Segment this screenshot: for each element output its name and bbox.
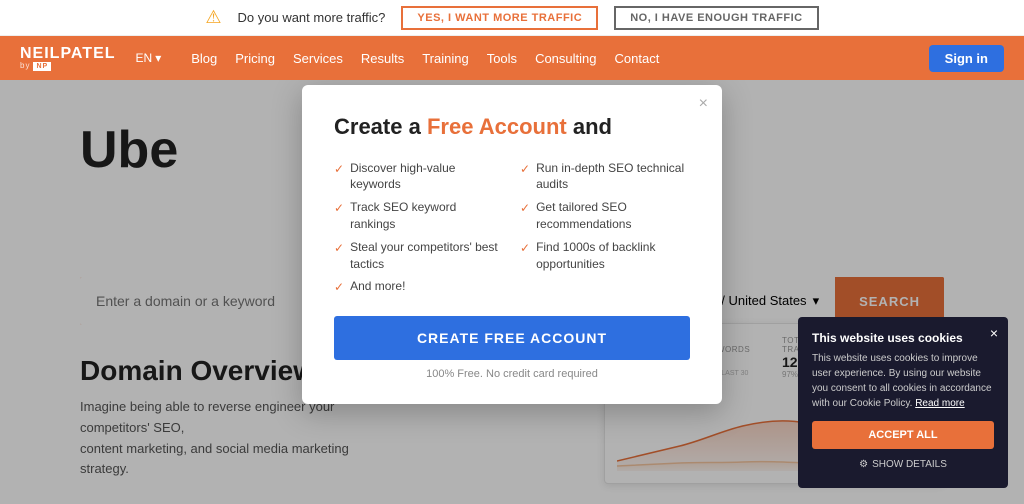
feature-1: ✓ Discover high-value keywords [334,160,504,194]
check-icon-6: ✓ [520,240,530,257]
nav-consulting[interactable]: Consulting [535,51,596,66]
create-account-modal: × Create a Free Account and ✓ Discover h… [302,85,722,404]
nav-pricing[interactable]: Pricing [235,51,275,66]
nav-services[interactable]: Services [293,51,343,66]
nav-training[interactable]: Training [422,51,468,66]
feature-4: ✓ Get tailored SEO recommendations [520,199,690,233]
warning-icon: ⚠ [205,7,221,28]
features-grid: ✓ Discover high-value keywords ✓ Run in-… [334,160,690,297]
cookie-text: This website uses cookies to improve use… [812,351,994,411]
feature-7: ✓ And more! [334,278,504,296]
accept-all-button[interactable]: ACCEPT ALL [812,421,994,449]
cookie-title: This website uses cookies [812,331,994,345]
check-icon-7: ✓ [334,279,344,296]
no-traffic-button[interactable]: NO, I HAVE ENOUGH TRAFFIC [614,6,818,30]
modal-footer-text: 100% Free. No credit card required [334,368,690,380]
navbar: NEILPATEL by NP EN ▾ Blog Pricing Servic… [0,36,1024,80]
nav-tools[interactable]: Tools [487,51,517,66]
check-icon-4: ✓ [520,200,530,217]
signin-button[interactable]: Sign in [929,45,1004,72]
logo: NEILPATEL by NP [20,46,116,71]
check-icon-3: ✓ [334,200,344,217]
modal-close-button[interactable]: × [699,95,708,113]
top-banner: ⚠ Do you want more traffic? YES, I WANT … [0,0,1024,36]
modal-title: Create a Free Account and [334,113,690,142]
nav-results[interactable]: Results [361,51,404,66]
nav-blog[interactable]: Blog [191,51,217,66]
main-content: Ube Want more traffic? Uber Just type in… [0,80,1024,504]
check-icon-5: ✓ [334,240,344,257]
feature-2: ✓ Run in-depth SEO technical audits [520,160,690,194]
cookie-close-button[interactable]: × [990,325,998,341]
np-badge: NP [33,62,51,71]
cookie-banner: × This website uses cookies This website… [798,317,1008,488]
show-details-button[interactable]: ⚙ SHOW DETAILS [812,455,994,474]
check-icon-2: ✓ [520,161,530,178]
nav-contact[interactable]: Contact [615,51,660,66]
feature-6: ✓ Find 1000s of backlink opportunities [520,239,690,273]
check-icon-1: ✓ [334,161,344,178]
feature-5: ✓ Steal your competitors' best tactics [334,239,504,273]
gear-icon: ⚙ [859,459,868,470]
read-more-link[interactable]: Read more [915,398,964,409]
feature-3: ✓ Track SEO keyword rankings [334,199,504,233]
nav-links: Blog Pricing Services Results Training T… [191,51,908,66]
yes-traffic-button[interactable]: YES, I WANT MORE TRAFFIC [401,6,598,30]
create-free-account-button[interactable]: CREATE FREE ACCOUNT [334,316,690,360]
banner-text: Do you want more traffic? [238,10,386,25]
language-selector[interactable]: EN ▾ [136,51,162,65]
